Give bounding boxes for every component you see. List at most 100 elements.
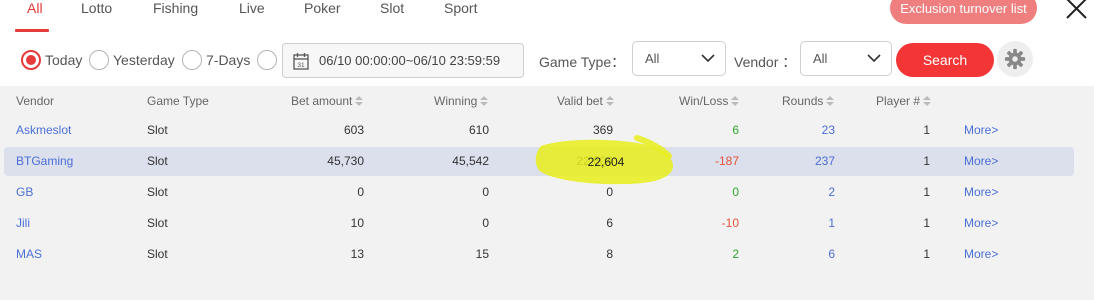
exclusion-turnover-button[interactable]: Exclusion turnover list <box>890 0 1037 24</box>
game-type-cell: Slot <box>147 216 168 230</box>
winning-cell: 15 <box>475 247 489 261</box>
filter-bar: Today Yesterday 7-Days 31 06/10 00:00:00… <box>0 40 1094 80</box>
winning-cell: 0 <box>482 185 489 199</box>
sort-icon <box>480 96 489 106</box>
sort-icon <box>355 96 364 106</box>
vendor-link[interactable]: Jili <box>16 216 30 230</box>
rounds-cell[interactable]: 1 <box>735 216 835 230</box>
header-label: Player # <box>876 94 921 108</box>
header-rounds[interactable]: Rounds <box>782 94 835 108</box>
chevron-down-icon <box>867 54 881 63</box>
gear-icon <box>1004 48 1026 70</box>
sort-icon <box>923 96 932 106</box>
vendor-link[interactable]: Askmeslot <box>16 123 71 137</box>
radio-today[interactable]: Today <box>21 49 82 71</box>
table-header: Vendor Game Type Bet amount Winning Vali… <box>0 86 1094 116</box>
settings-button[interactable] <box>997 41 1033 77</box>
vendor-select[interactable]: All <box>800 41 892 76</box>
game-type-cell: Slot <box>147 247 168 261</box>
more-link[interactable]: More> <box>964 216 998 230</box>
date-range-value: 06/10 00:00:00~06/10 23:59:59 <box>319 53 501 68</box>
game-type-value: All <box>645 51 660 66</box>
win-loss-cell: -10 <box>721 216 739 230</box>
bet-amount-cell: 10 <box>350 216 364 230</box>
header-valid-bet[interactable]: Valid bet <box>557 94 614 108</box>
radio-circle <box>257 50 277 70</box>
sort-icon <box>605 96 614 106</box>
radio-custom-range[interactable] <box>257 49 277 71</box>
player-count-cell: 1 <box>923 216 930 230</box>
game-type-select[interactable]: All <box>632 41 726 76</box>
category-tabs: All Lotto Fishing Live Poker Slot Sport … <box>0 0 1094 34</box>
vendor-label: Vendor ： <box>734 54 797 70</box>
radio-7-days[interactable]: 7-Days <box>182 49 250 71</box>
vendor-value: All <box>813 51 828 66</box>
winning-cell: 610 <box>468 123 489 137</box>
radio-circle <box>21 50 41 70</box>
search-button[interactable]: Search <box>896 43 994 77</box>
more-link[interactable]: More> <box>964 247 998 261</box>
rounds-cell[interactable]: 23 <box>735 123 835 137</box>
radio-label: 7-Days <box>206 52 251 68</box>
table-row-selected: BTGaming Slot 45,730 45,542 22,604 -187 … <box>4 147 1074 176</box>
table-row: GB Slot 0 0 0 0 2 1 More> <box>4 178 1074 207</box>
valid-bet-cell: 369 <box>592 123 613 137</box>
radio-label: Today <box>45 52 83 68</box>
header-label: Rounds <box>782 94 824 108</box>
rounds-cell[interactable]: 2 <box>735 185 835 199</box>
table-row: MAS Slot 13 15 8 2 6 1 More> <box>4 240 1074 269</box>
win-loss-cell: 2 <box>732 247 739 261</box>
sort-icon <box>826 96 835 106</box>
vendor-report-table: Vendor Game Type Bet amount Winning Vali… <box>0 86 1094 300</box>
win-loss-cell: -187 <box>714 154 739 168</box>
vendor-link[interactable]: MAS <box>16 247 42 261</box>
bet-amount-cell: 45,730 <box>327 154 364 168</box>
header-player-count[interactable]: Player # <box>876 94 932 108</box>
rounds-cell[interactable]: 237 <box>735 154 835 168</box>
header-label: Bet amount <box>291 94 353 108</box>
tab-slot[interactable]: Slot <box>380 0 404 17</box>
tab-sport[interactable]: Sport <box>444 0 477 17</box>
tab-all[interactable]: All <box>27 0 43 17</box>
more-link[interactable]: More> <box>964 154 998 168</box>
bet-amount-cell: 0 <box>357 185 364 199</box>
win-loss-cell: 0 <box>732 185 739 199</box>
table-row: Askmeslot Slot 603 610 369 6 23 1 More> <box>4 116 1074 145</box>
game-type-label: Game Type： <box>539 54 626 70</box>
date-range-picker[interactable]: 31 06/10 00:00:00~06/10 23:59:59 <box>282 43 524 78</box>
valid-bet-cell: 0 <box>606 185 613 199</box>
game-type-cell: Slot <box>147 185 168 199</box>
tab-fishing[interactable]: Fishing <box>153 0 198 17</box>
vendor-link[interactable]: BTGaming <box>16 154 73 168</box>
game-type-cell: Slot <box>147 123 168 137</box>
rounds-cell[interactable]: 6 <box>735 247 835 261</box>
valid-bet-cell: 22,604 <box>576 154 613 168</box>
radio-label: Yesterday <box>113 52 175 68</box>
player-count-cell: 1 <box>923 185 930 199</box>
bet-amount-cell: 13 <box>350 247 364 261</box>
vendor-link[interactable]: GB <box>16 185 33 199</box>
winning-cell: 0 <box>482 216 489 230</box>
tab-lotto[interactable]: Lotto <box>81 0 112 17</box>
chevron-down-icon <box>701 54 715 63</box>
svg-text:31: 31 <box>297 62 305 69</box>
game-type-cell: Slot <box>147 154 168 168</box>
radio-circle <box>182 50 202 70</box>
more-link[interactable]: More> <box>964 185 998 199</box>
header-label: Win/Loss <box>679 94 729 108</box>
tab-live[interactable]: Live <box>239 0 265 17</box>
radio-yesterday[interactable]: Yesterday <box>89 49 175 71</box>
table-row: Jili Slot 10 0 6 -10 1 1 More> <box>4 209 1074 238</box>
valid-bet-cell: 8 <box>606 247 613 261</box>
tab-poker[interactable]: Poker <box>304 0 341 17</box>
header-bet-amount[interactable]: Bet amount <box>291 94 364 108</box>
player-count-cell: 1 <box>923 123 930 137</box>
header-game-type: Game Type <box>147 94 209 108</box>
close-icon[interactable] <box>1062 0 1092 24</box>
player-count-cell: 1 <box>923 247 930 261</box>
more-link[interactable]: More> <box>964 123 998 137</box>
active-tab-indicator <box>15 29 49 32</box>
sort-icon <box>731 96 740 106</box>
header-win-loss[interactable]: Win/Loss <box>679 94 740 108</box>
header-winning[interactable]: Winning <box>434 94 489 108</box>
